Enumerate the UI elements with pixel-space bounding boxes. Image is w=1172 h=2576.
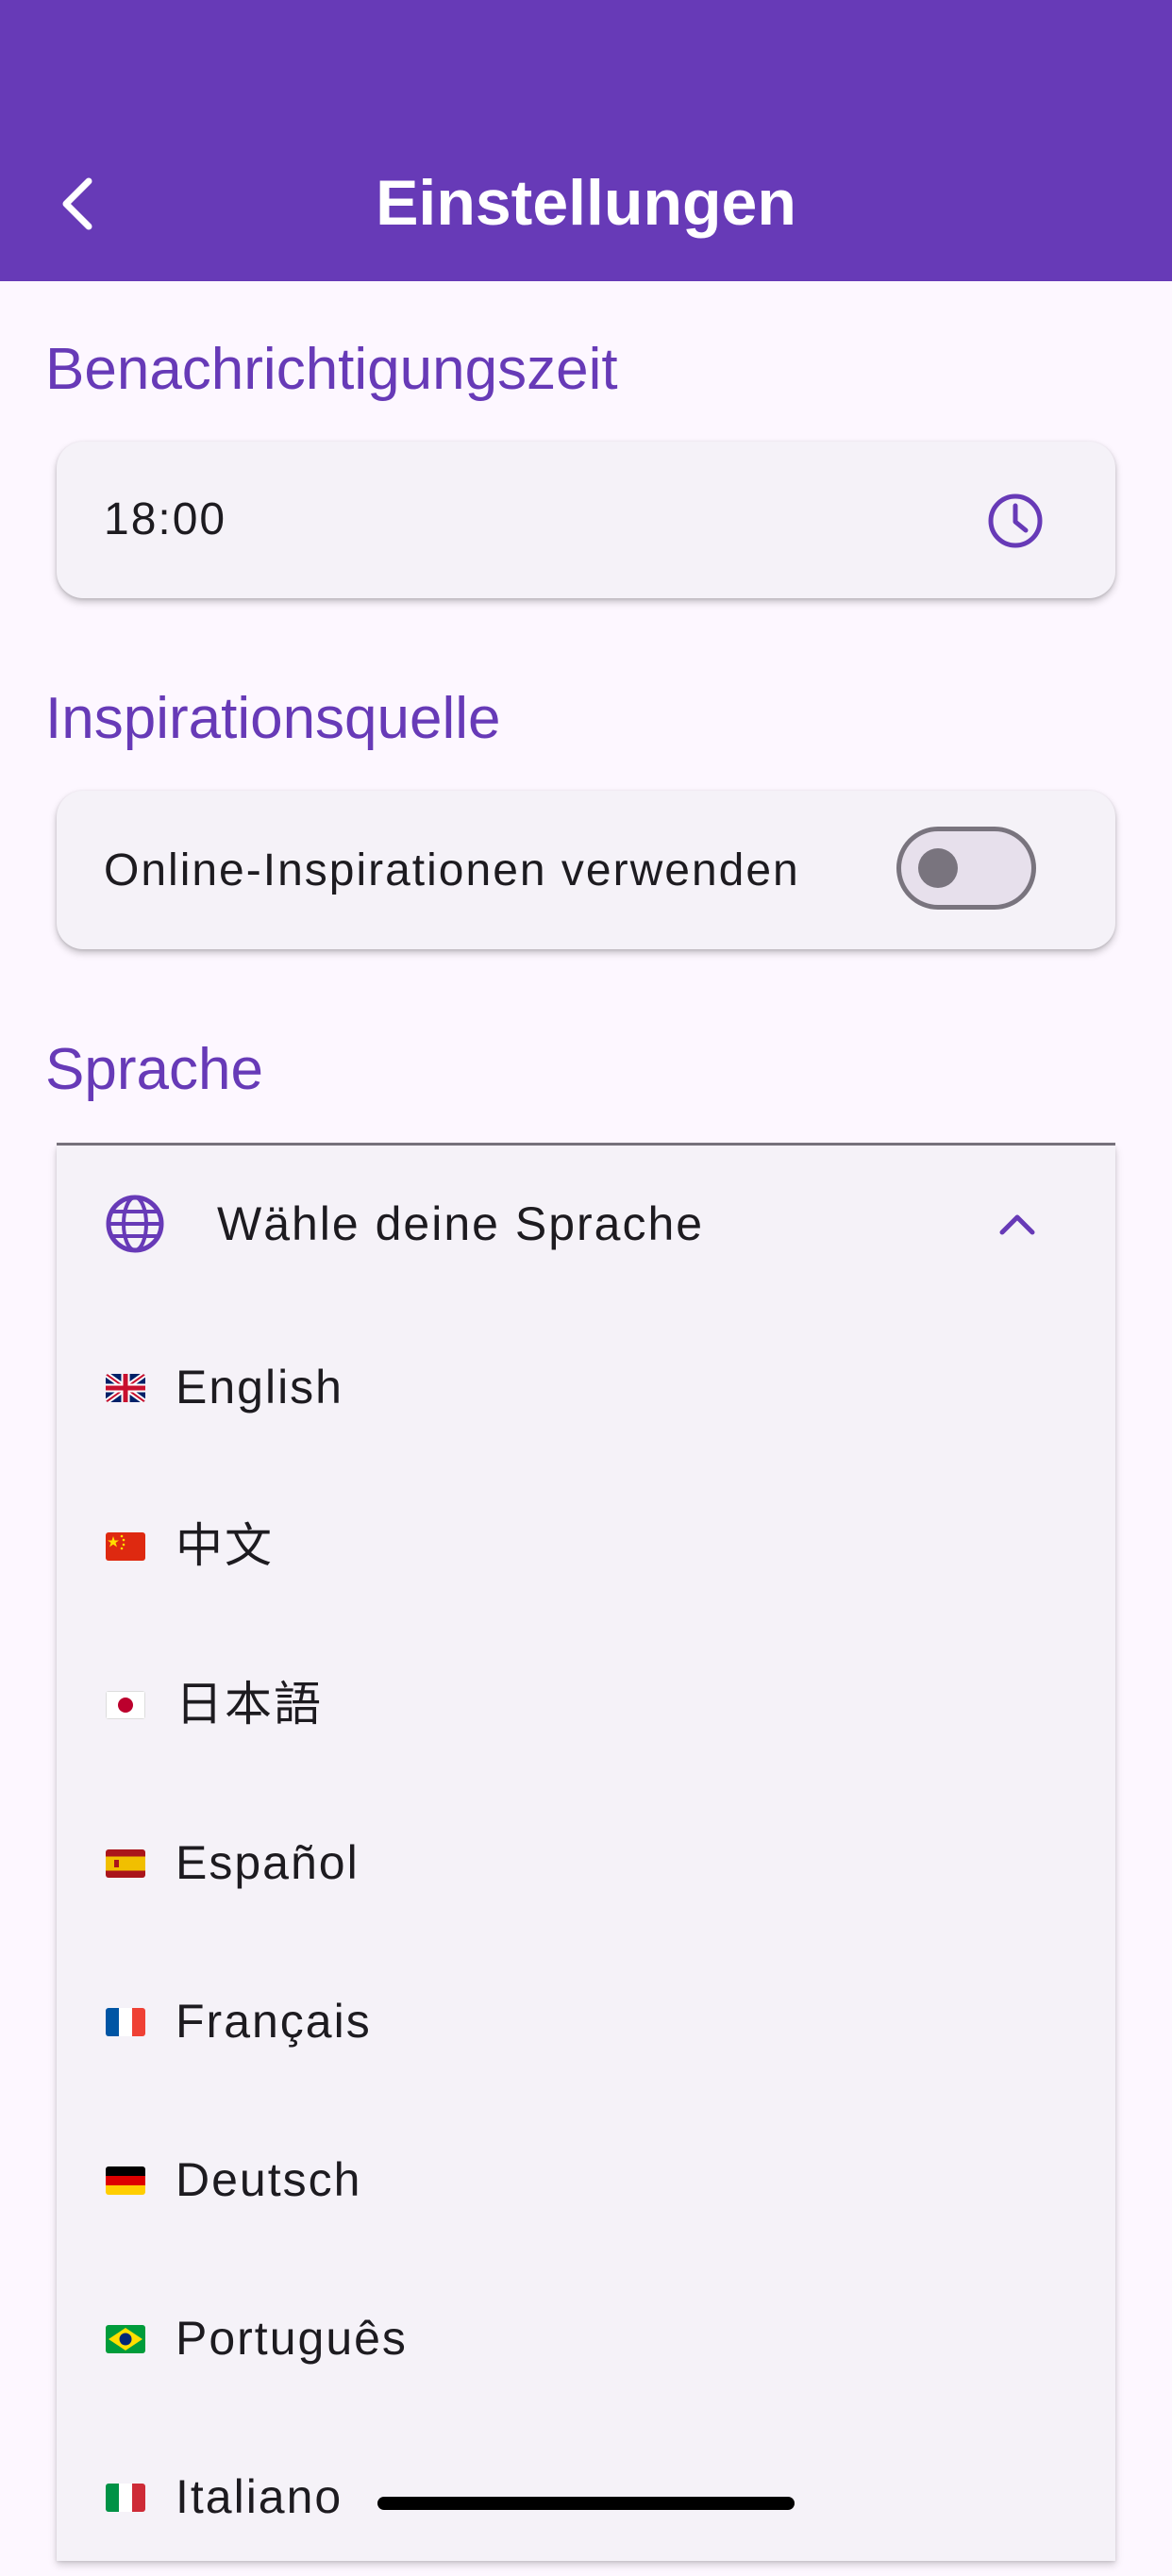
switch-thumb bbox=[918, 848, 958, 888]
language-option-french[interactable]: Français bbox=[57, 1942, 1115, 2100]
inspiration-section-title: Inspirationsquelle bbox=[45, 686, 501, 751]
page-title: Einstellungen bbox=[376, 167, 796, 239]
brazil-flag-icon bbox=[106, 2325, 145, 2353]
notification-time-field[interactable]: 18:00 bbox=[57, 442, 1115, 598]
language-option-label: Español bbox=[176, 1836, 360, 1889]
chevron-up-icon[interactable] bbox=[996, 1204, 1038, 1246]
language-option-german[interactable]: Deutsch bbox=[57, 2100, 1115, 2259]
app-bar: Einstellungen bbox=[0, 0, 1172, 281]
language-dropdown-label: Wähle deine Sprache bbox=[217, 1197, 705, 1250]
language-option-label: Italiano bbox=[176, 2470, 343, 2523]
language-option-chinese[interactable]: 中文 bbox=[57, 1466, 1115, 1625]
language-option-label: Deutsch bbox=[176, 2153, 362, 2206]
notification-section-title: Benachrichtigungszeit bbox=[45, 337, 618, 402]
home-indicator bbox=[377, 2497, 795, 2510]
language-option-spanish[interactable]: Español bbox=[57, 1783, 1115, 1942]
language-option-label: Português bbox=[176, 2312, 408, 2365]
language-dropdown: Wähle deine Sprache English 中文 日本語 Españ… bbox=[57, 1146, 1115, 2561]
language-option-label: Français bbox=[176, 1995, 372, 2048]
spain-flag-icon bbox=[106, 1849, 145, 1878]
online-inspiration-switch[interactable] bbox=[896, 827, 1036, 910]
language-option-english[interactable]: English bbox=[57, 1308, 1115, 1466]
language-option-label: 中文 bbox=[176, 1519, 274, 1572]
language-option-label: English bbox=[176, 1361, 343, 1413]
china-flag-icon bbox=[106, 1532, 145, 1561]
uk-flag-icon bbox=[106, 1374, 145, 1402]
language-option-japanese[interactable]: 日本語 bbox=[57, 1625, 1115, 1783]
online-inspiration-row: Online-Inspirationen verwenden bbox=[57, 791, 1115, 949]
germany-flag-icon bbox=[106, 2166, 145, 2195]
japan-flag-icon bbox=[106, 1691, 145, 1719]
online-inspiration-label: Online-Inspirationen verwenden bbox=[104, 845, 800, 895]
language-section-title: Sprache bbox=[45, 1037, 263, 1102]
france-flag-icon bbox=[106, 2008, 145, 2036]
italy-flag-icon bbox=[106, 2484, 145, 2512]
notification-time-value: 18:00 bbox=[104, 494, 227, 544]
language-option-label: 日本語 bbox=[176, 1678, 323, 1731]
language-option-portuguese[interactable]: Português bbox=[57, 2259, 1115, 2417]
globe-icon bbox=[106, 1195, 164, 1253]
language-dropdown-header[interactable]: Wähle deine Sprache bbox=[57, 1146, 1115, 1306]
time-picker-button[interactable] bbox=[985, 491, 1046, 551]
clock-icon bbox=[988, 493, 1043, 548]
